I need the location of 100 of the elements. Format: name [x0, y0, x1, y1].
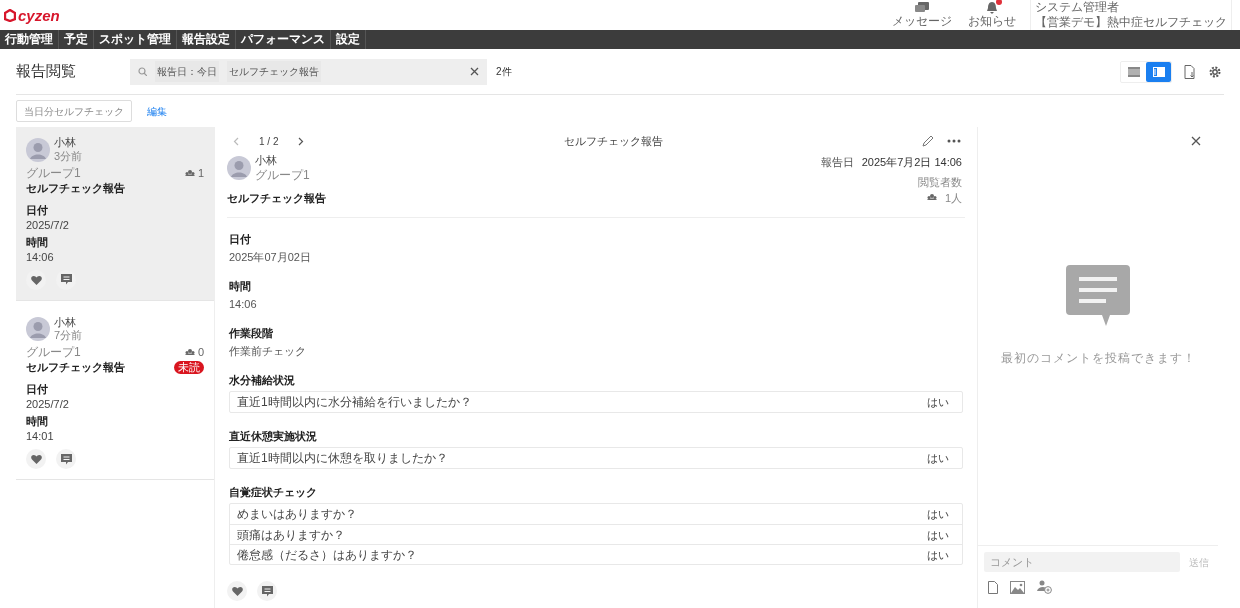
author-name: 小林: [54, 136, 77, 150]
comment-icon: [60, 274, 72, 285]
speech-bubble-icon: [1066, 264, 1130, 327]
comment-field[interactable]: コメント: [984, 552, 1180, 572]
field-label: 時間: [26, 234, 49, 249]
reader-count: 0: [197, 345, 204, 359]
search-icon: [138, 67, 147, 76]
group-name: グループ1: [26, 345, 82, 359]
filter-chip[interactable]: 報告日：今日: [155, 61, 219, 82]
field-label: 時間: [26, 414, 49, 428]
question-text: 頭痛はありますか？: [237, 527, 346, 542]
close-icon[interactable]: [1191, 136, 1201, 146]
author-name: 小林: [255, 154, 278, 168]
readers-label: 閲覧者数: [918, 175, 962, 189]
like-button[interactable]: [227, 581, 247, 601]
heart-icon: [231, 586, 243, 596]
pencil-icon[interactable]: [922, 135, 934, 147]
chevron-right-icon[interactable]: [298, 136, 305, 146]
field-value: 14:06: [26, 249, 55, 264]
comment-icon: [60, 453, 72, 465]
avatar-icon: [26, 317, 50, 342]
messages-button[interactable]: メッセージ: [888, 1, 956, 29]
avatar-icon: [227, 156, 251, 181]
nav-tab[interactable]: 報告設定: [177, 30, 236, 49]
clear-icon[interactable]: [470, 67, 479, 76]
split-view-icon: [1152, 66, 1165, 77]
view-mode-button[interactable]: [1146, 61, 1171, 82]
chat-icon: [915, 1, 929, 14]
field-label: 時間: [229, 279, 252, 293]
nav-tab[interactable]: 行動管理: [0, 30, 59, 49]
heart-icon: [30, 274, 42, 285]
report-card[interactable]: 小林 3分前 グループ1 1 セルフチェック報告 日付 2025/7/2 時間 14:06: [16, 127, 214, 301]
nav-tab[interactable]: パフォーマンス: [236, 30, 331, 49]
field-value: 作業前チェック: [229, 344, 307, 358]
field-label: 日付: [26, 202, 49, 217]
page-indicator: 1 / 2: [259, 134, 279, 149]
list-view-icon: [1127, 66, 1140, 77]
time-ago: 7分前: [54, 329, 83, 343]
field-value: 2025/7/2: [26, 397, 70, 411]
result-count: 2件: [496, 65, 512, 79]
page-title: 報告閲覧: [16, 61, 77, 82]
logo-text: cyzen: [18, 7, 60, 23]
answer-text: はい: [927, 395, 949, 409]
report-date-label: 報告日: [820, 155, 854, 169]
people-icon: [184, 349, 195, 355]
question-text: 直近1時間以内に休憩を取りましたか？: [237, 451, 449, 465]
comment-icon: [261, 585, 273, 597]
question-text: めまいはありますか？: [237, 507, 358, 521]
comment-button[interactable]: [56, 449, 76, 469]
logo-mark-icon: [4, 8, 16, 22]
field-label: 日付: [229, 232, 252, 246]
comment-button[interactable]: [56, 269, 76, 290]
notices-button[interactable]: お知らせ: [964, 1, 1020, 29]
answer-text: はい: [927, 451, 949, 465]
reader-count: 1: [197, 165, 204, 180]
saved-filter-button[interactable]: 当日分セルフチェック: [16, 100, 132, 122]
person-add-icon[interactable]: [1037, 580, 1052, 594]
field-value: 2025/7/2: [26, 217, 70, 232]
answer-text: はい: [927, 527, 949, 542]
image-icon[interactable]: [1010, 580, 1025, 594]
people-icon: [184, 169, 195, 176]
field-label: 日付: [26, 382, 49, 396]
field-label: 直近休憩実施状況: [229, 429, 318, 443]
field-label: 水分補給状況: [229, 373, 296, 387]
group-name: グループ1: [255, 167, 310, 183]
answer-text: はい: [927, 507, 949, 521]
nav-tab[interactable]: 設定: [331, 30, 366, 49]
group-name: グループ1: [26, 165, 82, 180]
author-name: 小林: [54, 315, 77, 330]
detail-heading: セルフチェック報告: [563, 133, 663, 149]
heart-icon: [30, 454, 42, 464]
report-title: セルフチェック報告: [26, 180, 126, 195]
edit-link[interactable]: 編集: [147, 103, 167, 119]
nav-tab[interactable]: 予定: [59, 30, 94, 49]
field-value: 2025年07月02日: [229, 250, 312, 264]
file-icon[interactable]: [988, 580, 998, 594]
report-title: セルフチェック報告: [227, 190, 327, 205]
unread-badge: 未読: [174, 360, 204, 374]
user-role: システム管理者: [1035, 0, 1120, 15]
time-ago: 3分前: [54, 149, 83, 164]
search-field[interactable]: 報告日：今日 セルフチェック報告: [130, 58, 487, 85]
reader-count: 1人: [944, 191, 962, 205]
field-value: 14:01: [26, 429, 55, 443]
empty-comments-text: 最初のコメントを投稿できます！: [1000, 349, 1196, 367]
nav-tab[interactable]: スポット管理: [94, 30, 177, 49]
question-text: 直近1時間以内に水分補給を行いましたか？: [237, 395, 473, 409]
more-icon[interactable]: [947, 139, 961, 143]
bell-icon: [986, 1, 998, 14]
report-title: セルフチェック報告: [26, 360, 126, 374]
field-label: 作業段階: [229, 326, 274, 340]
field-value: 14:06: [229, 297, 258, 311]
comment-button[interactable]: [257, 581, 277, 601]
like-button[interactable]: [26, 269, 46, 290]
like-button[interactable]: [26, 449, 46, 469]
field-label: 自覚症状チェック: [229, 485, 318, 499]
document-download-icon[interactable]: [1184, 64, 1195, 79]
organization-name: 【営業デモ】熱中症セルフチェック: [1035, 15, 1227, 30]
filter-chip[interactable]: セルフチェック報告: [227, 61, 321, 82]
answer-text: はい: [927, 547, 949, 562]
settings-icon[interactable]: [1208, 64, 1222, 79]
